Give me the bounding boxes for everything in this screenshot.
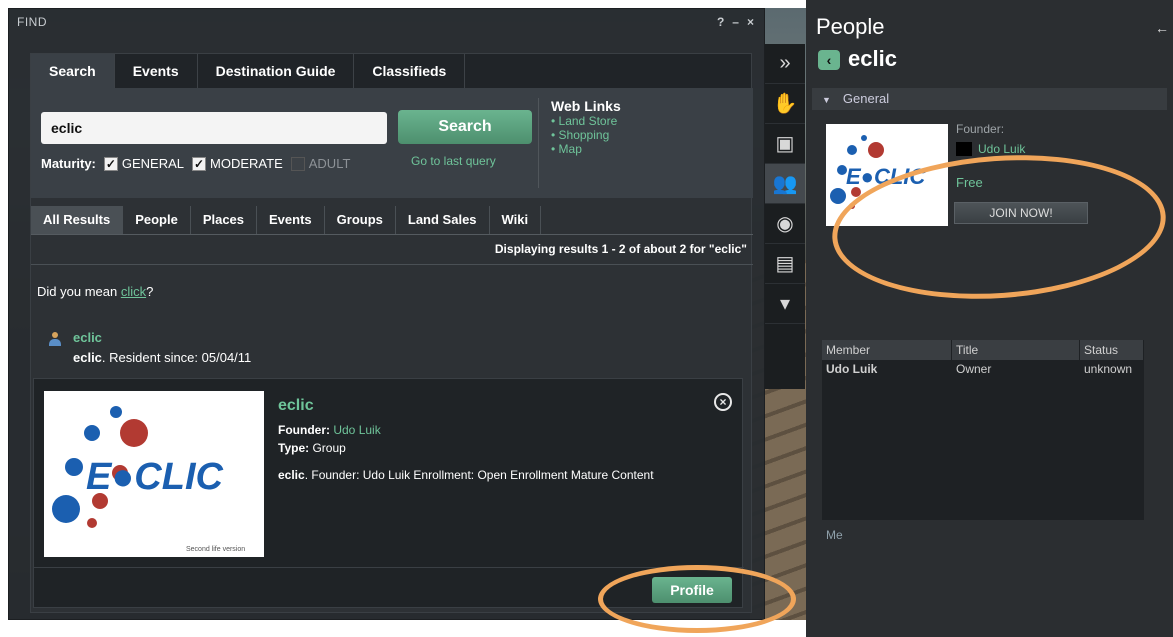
- triangle-down-icon: ▼: [822, 95, 831, 105]
- founder-avatar: [956, 142, 972, 156]
- did-you-mean: Did you mean click?: [37, 284, 153, 299]
- tab-groups[interactable]: Groups: [325, 206, 396, 234]
- group-type: Type: Group: [278, 441, 346, 455]
- hand-icon[interactable]: ✋: [765, 84, 805, 124]
- general-label: GENERAL: [121, 156, 185, 171]
- search-input[interactable]: [41, 112, 387, 144]
- people-panel: People ← ‹ eclic ▼ General E●CLIC Founder…: [806, 0, 1173, 637]
- search-area: Search Go to last query Maturity: ✓ GENE…: [31, 88, 753, 198]
- logo-caption: Second life version: [186, 546, 245, 553]
- divider: [31, 264, 753, 265]
- tab-all-results[interactable]: All Results: [31, 206, 124, 234]
- group-founder: Founder: Udo Luik: [278, 423, 381, 437]
- general-label: General: [842, 91, 890, 106]
- people-icon[interactable]: 👥: [765, 164, 805, 204]
- profile-card-icon[interactable]: ▣: [765, 124, 805, 164]
- did-you-mean-suffix: ?: [146, 284, 154, 299]
- me-label: Me: [826, 528, 843, 542]
- screenshot-stage: { "find_window": { "title": "FIND", "con…: [0, 0, 1173, 637]
- moderate-checkbox[interactable]: ✓: [192, 156, 207, 171]
- eclic-logo: E●CLIC Second life version: [44, 391, 264, 557]
- collapse-sidebar-icon[interactable]: »: [765, 44, 805, 84]
- member-title: Owner: [956, 362, 992, 376]
- desc-bold: eclic: [278, 468, 305, 482]
- divider: [34, 567, 744, 568]
- members-header: Member Title Status: [822, 340, 1144, 360]
- moderate-label: MODERATE: [210, 156, 283, 171]
- desc-rest: . Founder: Udo Luik Enrollment: Open Enr…: [304, 468, 654, 482]
- person-desc-bold: eclic: [73, 350, 102, 365]
- window-controls: ? – ×: [717, 15, 754, 29]
- person-desc-rest: . Resident since: 05/04/11: [101, 350, 252, 365]
- members-table: Member Title Status Udo Luik Owner unkno…: [822, 340, 1144, 520]
- top-tab-bar: Search Events Destination Guide Classifi…: [31, 54, 751, 88]
- type-label: Type:: [278, 441, 310, 455]
- group-description: eclic. Founder: Udo Luik Enrollment: Ope…: [278, 465, 698, 485]
- help-icon[interactable]: ?: [717, 15, 724, 29]
- find-titlebar[interactable]: FIND ? – ×: [9, 9, 764, 37]
- did-you-mean-prefix: Did you mean: [37, 284, 121, 299]
- link-shopping[interactable]: • Shopping: [551, 128, 738, 142]
- close-icon[interactable]: ×: [747, 15, 754, 29]
- member-name: Udo Luik: [826, 362, 878, 376]
- group-result-title[interactable]: eclic: [278, 397, 314, 415]
- arrow-icon[interactable]: ←: [1155, 20, 1169, 36]
- find-window: FIND ? – × Search Events Destination Gui…: [8, 8, 765, 620]
- group-name: eclic: [848, 46, 897, 71]
- column-status[interactable]: Status: [1080, 340, 1144, 360]
- appearance-icon[interactable]: ▾: [765, 284, 805, 324]
- eclic-logo-text: E●CLIC: [86, 456, 224, 498]
- column-title[interactable]: Title: [952, 340, 1080, 360]
- founder-link[interactable]: Udo Luik: [333, 423, 380, 437]
- column-member[interactable]: Member: [822, 340, 952, 360]
- maturity-label: Maturity:: [41, 156, 96, 171]
- results-tab-bar: All Results People Places Events Groups …: [31, 206, 542, 234]
- person-result-name[interactable]: eclic: [73, 330, 102, 345]
- member-status: unknown: [1084, 362, 1133, 376]
- person-icon: [49, 332, 61, 346]
- sidebar-toolbar: » ✋ ▣ 👥 ◉ ▤ ▾: [765, 44, 805, 389]
- tab-search[interactable]: Search: [31, 54, 115, 88]
- close-result-icon[interactable]: ×: [714, 393, 732, 411]
- founder-label: Founder:: [278, 423, 330, 437]
- tab-places[interactable]: Places: [191, 206, 258, 234]
- table-row[interactable]: Udo Luik Owner unknown: [822, 360, 1144, 378]
- web-links: Web Links • Land Store • Shopping • Map: [538, 98, 738, 188]
- link-land-store[interactable]: • Land Store: [551, 114, 738, 128]
- people-panel-title: People: [816, 14, 885, 39]
- adult-checkbox[interactable]: [290, 156, 305, 171]
- type-value: Group: [312, 441, 346, 455]
- search-button[interactable]: Search: [398, 110, 532, 144]
- tab-destination-guide[interactable]: Destination Guide: [198, 54, 355, 88]
- founder-link[interactable]: Udo Luik: [978, 142, 1025, 156]
- general-section-header[interactable]: ▼ General: [812, 88, 1167, 110]
- adult-label: ADULT: [308, 156, 351, 171]
- highlight-ellipse-profile: [598, 565, 796, 633]
- tab-classifieds[interactable]: Classifieds: [354, 54, 466, 88]
- go-to-last-query-link[interactable]: Go to last query: [411, 154, 496, 168]
- inventory-icon[interactable]: ▤: [765, 244, 805, 284]
- tab-wiki[interactable]: Wiki: [490, 206, 542, 234]
- person-result-desc: eclic. Resident since: 05/04/11: [73, 350, 251, 365]
- divider: [31, 234, 753, 235]
- tab-events[interactable]: Events: [115, 54, 198, 88]
- back-button[interactable]: ‹: [818, 50, 840, 70]
- web-links-title: Web Links: [551, 98, 621, 114]
- general-checkbox[interactable]: ✓: [103, 156, 118, 171]
- tab-land-sales[interactable]: Land Sales: [396, 206, 490, 234]
- find-window-title: FIND: [17, 15, 47, 29]
- maturity-filter: Maturity: ✓ GENERAL ✓ MODERATE ADULT: [41, 156, 350, 171]
- minimize-icon[interactable]: –: [732, 15, 739, 29]
- link-map[interactable]: • Map: [551, 142, 738, 156]
- places-icon[interactable]: ◉: [765, 204, 805, 244]
- suggestion-link[interactable]: click: [121, 284, 146, 299]
- results-count: Displaying results 1 - 2 of about 2 for …: [494, 242, 747, 256]
- tab-people[interactable]: People: [123, 206, 191, 234]
- founder-label: Founder:: [956, 122, 1005, 136]
- find-content: Search Events Destination Guide Classifi…: [30, 53, 753, 613]
- tab-events-results[interactable]: Events: [257, 206, 325, 234]
